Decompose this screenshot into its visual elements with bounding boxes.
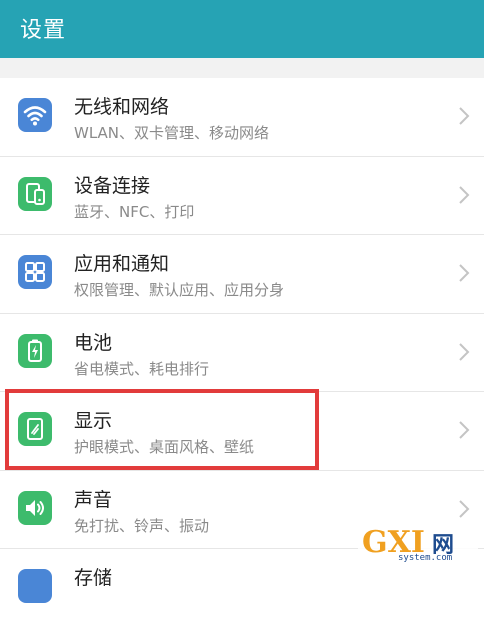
settings-item-subtitle: 免打扰、铃声、振动 bbox=[74, 516, 210, 535]
chevron-right-icon bbox=[458, 185, 470, 205]
chevron-right-icon bbox=[458, 342, 470, 362]
settings-item-device-connection[interactable]: 设备连接 蓝牙、NFC、打印 bbox=[0, 157, 484, 235]
settings-item-battery[interactable]: 电池 省电模式、耗电排行 bbox=[0, 314, 484, 392]
settings-item-subtitle: 权限管理、默认应用、应用分身 bbox=[74, 281, 285, 299]
wifi-icon bbox=[18, 98, 52, 132]
settings-item-display[interactable]: 显示 护眼模式、桌面风格、壁纸 bbox=[0, 392, 484, 471]
settings-item-label: 存储 bbox=[74, 567, 113, 589]
sound-icon bbox=[18, 490, 52, 525]
settings-item-subtitle: 蓝牙、NFC、打印 bbox=[74, 202, 195, 221]
settings-item-subtitle: 护眼模式、桌面风格、壁纸 bbox=[74, 438, 255, 456]
settings-item-subtitle: 省电模式、耗电排行 bbox=[74, 359, 210, 378]
chevron-right-icon bbox=[458, 499, 470, 519]
storage-icon bbox=[18, 569, 52, 603]
watermark: GXI 网 system.com bbox=[358, 525, 478, 567]
display-icon bbox=[18, 412, 52, 446]
chevron-right-icon bbox=[458, 263, 470, 283]
section-gap bbox=[0, 58, 484, 78]
settings-item-subtitle: WLAN、双卡管理、移动网络 bbox=[74, 124, 270, 142]
battery-icon bbox=[18, 333, 52, 368]
title-bar: 设置 bbox=[0, 0, 484, 58]
watermark-site: system.com bbox=[398, 553, 453, 563]
settings-item-label: 设备连接 bbox=[74, 174, 151, 197]
settings-item-label: 显示 bbox=[74, 410, 113, 432]
settings-item-wireless[interactable]: 无线和网络 WLAN、双卡管理、移动网络 bbox=[0, 78, 484, 157]
settings-item-apps-notifications[interactable]: 应用和通知 权限管理、默认应用、应用分身 bbox=[0, 235, 484, 314]
page-title: 设置 bbox=[20, 18, 67, 43]
apps-icon bbox=[18, 255, 52, 289]
settings-item-label: 应用和通知 bbox=[74, 253, 170, 275]
settings-item-label: 电池 bbox=[74, 331, 113, 354]
settings-item-label: 无线和网络 bbox=[74, 96, 170, 118]
chevron-right-icon bbox=[458, 106, 470, 126]
settings-item-label: 声音 bbox=[74, 488, 113, 511]
device-connection-icon bbox=[18, 176, 52, 211]
chevron-right-icon bbox=[458, 420, 470, 440]
